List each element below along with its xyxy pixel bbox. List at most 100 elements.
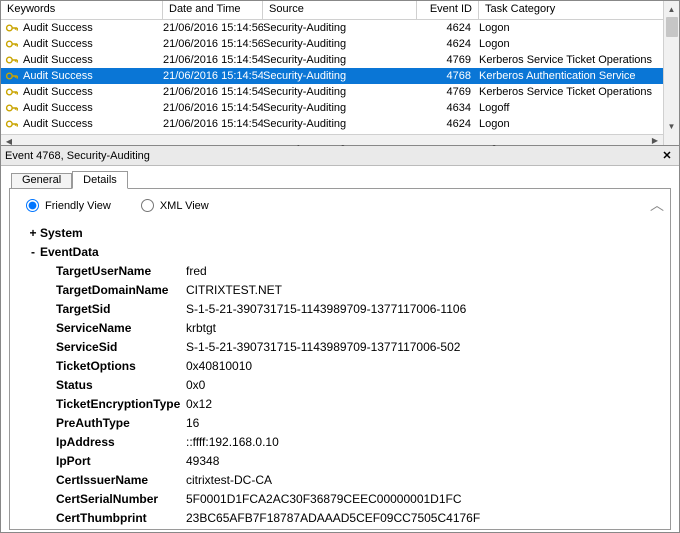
cell-taskcategory: Kerberos Service Ticket Operations [479, 84, 679, 100]
eventdata-key: ServiceSid [56, 338, 184, 357]
tree-node-eventdata[interactable]: - EventData [26, 243, 660, 262]
tree-expand-icon[interactable]: + [26, 224, 40, 243]
eventdata-value: 0x0 [186, 376, 205, 395]
eventdata-key: IpAddress [56, 433, 184, 452]
detail-title-bar: Event 4768, Security-Auditing ✕ [1, 146, 679, 166]
radio-xml-view-input[interactable] [141, 199, 154, 212]
tree-node-system[interactable]: + System [26, 224, 660, 243]
eventdata-field: CertIssuerNamecitrixtest-DC-CA [56, 471, 660, 490]
scroll-up-chevron-icon[interactable]: ︿ [650, 195, 664, 215]
table-row[interactable]: Audit Success 21/06/2016 15:14:56Security… [1, 20, 679, 36]
tab-strip: General Details [11, 170, 671, 188]
cell-keywords: Audit Success [23, 20, 93, 36]
radio-xml-view-label: XML View [160, 200, 209, 212]
column-header-taskcategory[interactable]: Task Category [479, 1, 679, 19]
vertical-scrollbar[interactable]: ▲ ▼ [663, 1, 679, 145]
table-row[interactable]: Audit Success 21/06/2016 15:14:54Security… [1, 116, 679, 132]
eventdata-value: 0x40810010 [186, 357, 252, 376]
eventdata-key: CertThumbprint [56, 509, 184, 528]
eventdata-field: TargetSidS-1-5-21-390731715-1143989709-1… [56, 300, 660, 319]
eventdata-field: TargetDomainNameCITRIXTEST.NET [56, 281, 660, 300]
cell-datetime: 21/06/2016 15:14:54 [163, 100, 263, 116]
eventdata-value: 0x12 [186, 395, 212, 414]
eventdata-field: IpAddress::ffff:192.168.0.10 [56, 433, 660, 452]
eventdata-field: CertThumbprint23BC65AFB7F18787ADAAAD5CEF… [56, 509, 660, 528]
key-icon [5, 53, 19, 67]
cell-taskcategory: Kerberos Service Ticket Operations [479, 52, 679, 68]
tab-body: ︿ Friendly View XML View + System - Even… [9, 188, 671, 530]
scrollbar-thumb[interactable] [666, 17, 678, 37]
radio-friendly-view-input[interactable] [26, 199, 39, 212]
eventdata-field: Status0x0 [56, 376, 660, 395]
cell-datetime: 21/06/2016 15:14:54 [163, 68, 263, 84]
event-list: Keywords Date and Time Source Event ID T… [1, 1, 679, 146]
horizontal-scrollbar[interactable]: ◀ ▶ [1, 134, 663, 145]
cell-source: Security-Auditing [263, 84, 417, 100]
scroll-down-arrow-icon[interactable]: ▼ [664, 118, 679, 134]
radio-xml-view[interactable]: XML View [141, 199, 209, 212]
cell-eventid: 4624 [417, 116, 479, 132]
cell-datetime: 21/06/2016 15:14:54 [163, 116, 263, 132]
column-header-source[interactable]: Source [263, 1, 417, 19]
event-tree: + System - EventData TargetUserNamefredT… [26, 224, 660, 528]
eventdata-value: S-1-5-21-390731715-1143989709-1377117006… [186, 338, 460, 357]
cell-source: Security-Auditing [263, 116, 417, 132]
cell-keywords: Audit Success [23, 100, 93, 116]
cell-keywords: Audit Success [23, 84, 93, 100]
cell-source: Security-Auditing [263, 20, 417, 36]
key-icon [5, 69, 19, 83]
column-header-eventid[interactable]: Event ID [417, 1, 479, 19]
scroll-up-arrow-icon[interactable]: ▲ [664, 1, 679, 17]
key-icon [5, 21, 19, 35]
eventdata-field: CertSerialNumber5F0001D1FCA2AC30F36879CE… [56, 490, 660, 509]
eventdata-field: ServiceSidS-1-5-21-390731715-1143989709-… [56, 338, 660, 357]
event-list-header: Keywords Date and Time Source Event ID T… [1, 1, 679, 20]
eventdata-value: 49348 [186, 452, 219, 471]
view-selector: Friendly View XML View [26, 199, 660, 212]
eventdata-fields: TargetUserNamefredTargetDomainNameCITRIX… [56, 262, 660, 528]
column-header-keywords[interactable]: Keywords [1, 1, 163, 19]
eventdata-key: TicketOptions [56, 357, 184, 376]
scroll-right-arrow-icon[interactable]: ▶ [647, 135, 663, 145]
eventdata-key: ServiceName [56, 319, 184, 338]
table-row[interactable]: Audit Success21/06/2016 15:14:54Security… [1, 100, 679, 116]
tree-node-eventdata-label: EventData [40, 243, 99, 262]
tab-general[interactable]: General [11, 173, 72, 189]
cell-taskcategory: Logoff [479, 100, 679, 116]
eventdata-value: ::ffff:192.168.0.10 [186, 433, 279, 452]
eventdata-key: TicketEncryptionType [56, 395, 184, 414]
tree-collapse-icon[interactable]: - [26, 243, 40, 262]
eventdata-field: PreAuthType16 [56, 414, 660, 433]
eventdata-key: PreAuthType [56, 414, 184, 433]
cell-source: Security-Auditing [263, 52, 417, 68]
cell-taskcategory: Logon [479, 116, 679, 132]
cell-keywords: Audit Success [23, 116, 93, 132]
radio-friendly-view-label: Friendly View [45, 200, 111, 212]
eventdata-key: TargetDomainName [56, 281, 184, 300]
cell-eventid: 4634 [417, 100, 479, 116]
table-row[interactable]: Audit Success21/06/2016 15:14:54Security… [1, 52, 679, 68]
cell-eventid: 4624 [417, 20, 479, 36]
cell-eventid: 4768 [417, 68, 479, 84]
eventdata-field: TicketOptions0x40810010 [56, 357, 660, 376]
cell-datetime: 21/06/2016 15:14:54 [163, 52, 263, 68]
eventdata-field: IpPort49348 [56, 452, 660, 471]
column-header-datetime[interactable]: Date and Time [163, 1, 263, 19]
radio-friendly-view[interactable]: Friendly View [26, 199, 111, 212]
event-list-body[interactable]: Audit Success21/06/2016 15:14:56Security… [1, 20, 679, 146]
close-icon[interactable]: ✕ [659, 149, 675, 162]
cell-source: Security-Auditing [263, 36, 417, 52]
cell-eventid: 4769 [417, 84, 479, 100]
table-row[interactable]: Audit Success21/06/2016 15:14:56Security… [1, 36, 679, 52]
detail-title: Event 4768, Security-Auditing [5, 150, 659, 162]
scroll-left-arrow-icon[interactable]: ◀ [1, 137, 17, 147]
table-row[interactable]: Audit Success21/06/2016 15:14:54Security… [1, 84, 679, 100]
eventdata-key: IpPort [56, 452, 184, 471]
cell-datetime: 21/06/2016 15:14:56 [163, 20, 263, 36]
eventdata-value: fred [186, 262, 207, 281]
table-row[interactable]: Audit Success21/06/2016 15:14:54Security… [1, 68, 679, 84]
eventdata-field: TicketEncryptionType0x12 [56, 395, 660, 414]
tab-details[interactable]: Details [72, 171, 128, 189]
cell-eventid: 4769 [417, 52, 479, 68]
detail-pane: General Details ︿ Friendly View XML View… [1, 166, 679, 532]
